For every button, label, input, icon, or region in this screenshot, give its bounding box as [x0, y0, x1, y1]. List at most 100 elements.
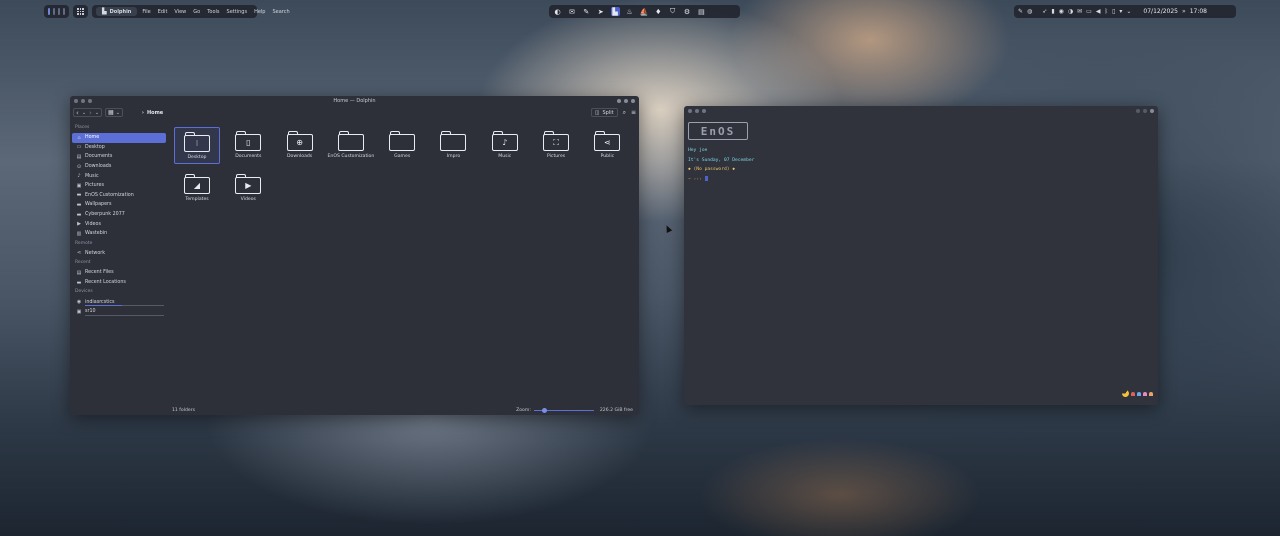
wifi-icon[interactable]: ▾ — [1119, 8, 1122, 15]
notes-icon[interactable]: ✎ — [582, 7, 591, 16]
folder-public[interactable]: ⋖ Public — [584, 127, 630, 164]
ghost-icon — [1131, 391, 1135, 396]
desktop-icon: ▭ — [76, 144, 82, 151]
workspace-switcher[interactable] — [44, 5, 69, 18]
folder-music[interactable]: ♪ Music — [482, 127, 528, 164]
breadcrumb-home[interactable]: Home — [147, 110, 163, 116]
telegram-icon[interactable]: ➤ — [596, 7, 605, 16]
folder-enos-customization[interactable]: EnOS Customization — [328, 127, 374, 164]
maximize-dot[interactable] — [702, 109, 706, 113]
discord-icon[interactable]: ◑ — [1068, 8, 1073, 15]
sidebar-item-network[interactable]: ⋖ Network — [72, 249, 166, 259]
folder-templates[interactable]: ◢ Templates — [174, 170, 220, 207]
workspace-1[interactable] — [48, 8, 50, 15]
menu-settings[interactable]: Settings — [225, 9, 250, 15]
folder-desktop[interactable]: ⁝ Desktop — [174, 127, 220, 164]
flame-icon[interactable]: ♨ — [625, 7, 634, 16]
sidebar-item-enos-customization[interactable]: ▬ EnOS Customization — [72, 191, 166, 201]
close-button[interactable] — [1150, 109, 1154, 113]
close-dot[interactable] — [688, 109, 692, 113]
game-icon[interactable]: ♦ — [654, 7, 663, 16]
app-launcher-button[interactable] — [73, 5, 88, 18]
menu-view[interactable]: View — [172, 9, 188, 15]
folder-icon — [440, 131, 467, 151]
sail-icon[interactable]: ⛵ — [639, 7, 648, 16]
terminal-output[interactable]: EnOS Hey joe It's Sunday, 07 December ◆ … — [684, 116, 1158, 190]
folder-label: Public — [600, 154, 615, 159]
prompt-line[interactable]: ~ ››› — [688, 175, 1154, 185]
sidebar-item-device-2[interactable]: ▣ sr10 — [72, 307, 166, 317]
pen-icon[interactable]: ✎ — [1018, 8, 1023, 15]
terminal-titlebar[interactable] — [684, 106, 1158, 116]
split-icon: ◫ — [594, 109, 600, 116]
zoom-slider[interactable] — [533, 407, 594, 413]
split-button[interactable]: ◫ Split — [590, 108, 618, 117]
globe-icon[interactable]: ◍ — [1027, 8, 1032, 15]
folder-label: Games — [394, 154, 411, 159]
workspace-2[interactable] — [53, 8, 55, 15]
workspace-4[interactable] — [63, 8, 65, 15]
hamburger-menu-icon[interactable]: ≡ — [631, 109, 636, 116]
forward-icon[interactable]: › — [89, 109, 92, 117]
lock-icon[interactable]: ▮ — [1051, 8, 1054, 15]
sidebar-item-wastebin[interactable]: ▥ Wastebin — [72, 229, 166, 239]
folder-downloads[interactable]: ⊕ Downloads — [277, 127, 323, 164]
folder-pictures[interactable]: ⛶ Pictures — [533, 127, 579, 164]
sidebar-item-cyberpunk[interactable]: ▬ Cyberpunk 2077 — [72, 210, 166, 220]
mail-icon[interactable]: ✉ — [567, 7, 576, 16]
sidebar-item-recent-files[interactable]: ▤ Recent Files — [72, 268, 166, 278]
chevron-down-icon[interactable]: ⌄ — [1126, 8, 1131, 15]
shield-icon[interactable]: ⛉ — [668, 7, 677, 16]
forward-icon[interactable]: » — [1182, 8, 1186, 15]
time-label[interactable]: 17:08 — [1190, 8, 1207, 15]
dolphin-titlebar[interactable]: Home — Dolphin — [70, 96, 639, 106]
folder-games[interactable]: Games — [379, 127, 425, 164]
sidebar-item-home[interactable]: ⌂ Home — [72, 133, 166, 143]
firefox-icon[interactable]: ◐ — [553, 7, 562, 16]
file-manager-icon[interactable]: ▙ — [610, 7, 620, 16]
sidebar-item-music[interactable]: ♪ Music — [72, 171, 166, 181]
folder-documents[interactable]: ▯ Documents — [225, 127, 271, 164]
view-mode-button[interactable]: ▦ ⌄ — [105, 108, 123, 117]
sidebar-item-pictures[interactable]: ▣ Pictures — [72, 181, 166, 191]
folder-impro[interactable]: Impro — [430, 127, 476, 164]
sidebar-item-desktop[interactable]: ▭ Desktop — [72, 143, 166, 153]
menu-search[interactable]: Search — [270, 9, 291, 15]
sidebar-item-wallpapers[interactable]: ▬ Wallpapers — [72, 200, 166, 210]
sidebar-item-documents[interactable]: ▤ Documents — [72, 152, 166, 162]
network-icon: ⋖ — [76, 250, 82, 257]
menu-help[interactable]: Help — [252, 9, 267, 15]
battery-icon[interactable]: ▭ — [1086, 8, 1092, 15]
chevron-down-icon[interactable]: ⌄ — [82, 110, 86, 116]
search-icon[interactable]: ⌕ — [623, 109, 626, 117]
workspace-3[interactable] — [58, 8, 60, 15]
sidebar-item-recent-locations[interactable]: ▬ Recent Locations — [72, 278, 166, 288]
menu-tools[interactable]: Tools — [205, 9, 221, 15]
mail-tray-icon[interactable]: ✉ — [1077, 8, 1082, 15]
date-label[interactable]: 07/12/2025 — [1143, 8, 1178, 15]
back-icon[interactable]: ‹ — [76, 109, 79, 117]
sidebar-item-device-1[interactable]: ◉ indiasrcstics — [72, 297, 166, 307]
store-icon[interactable]: ▤ — [697, 7, 706, 16]
rocket-icon[interactable]: ➶ — [1042, 8, 1047, 15]
menu-file[interactable]: File — [140, 9, 152, 15]
menu-edit[interactable]: Edit — [156, 9, 170, 15]
bluetooth-icon[interactable]: ᛒ — [1104, 8, 1108, 15]
settings-icon[interactable]: ⚙ — [683, 7, 692, 16]
folder-videos[interactable]: ▶ Videos — [225, 170, 271, 207]
volume-icon[interactable]: ◀ — [1096, 8, 1101, 15]
minimize-dot[interactable] — [695, 109, 699, 113]
sidebar-item-downloads[interactable]: ⊙ Downloads — [72, 162, 166, 172]
restore-button[interactable] — [1143, 109, 1147, 113]
active-app[interactable]: ▙ Dolphin — [96, 7, 138, 16]
disk-usage-bar — [85, 304, 164, 306]
split-label: Split — [602, 109, 614, 116]
chevron-down-icon[interactable]: ⌄ — [95, 110, 99, 116]
sidebar-item-videos[interactable]: ▶ Videos — [72, 219, 166, 229]
breadcrumb[interactable]: › Home — [142, 110, 163, 116]
pin-button[interactable] — [1136, 109, 1140, 113]
zoom-slider-knob[interactable] — [541, 407, 547, 413]
steam-icon[interactable]: ◉ — [1059, 8, 1064, 15]
clipboard-icon[interactable]: ▯ — [1112, 8, 1115, 15]
menu-go[interactable]: Go — [191, 9, 202, 15]
